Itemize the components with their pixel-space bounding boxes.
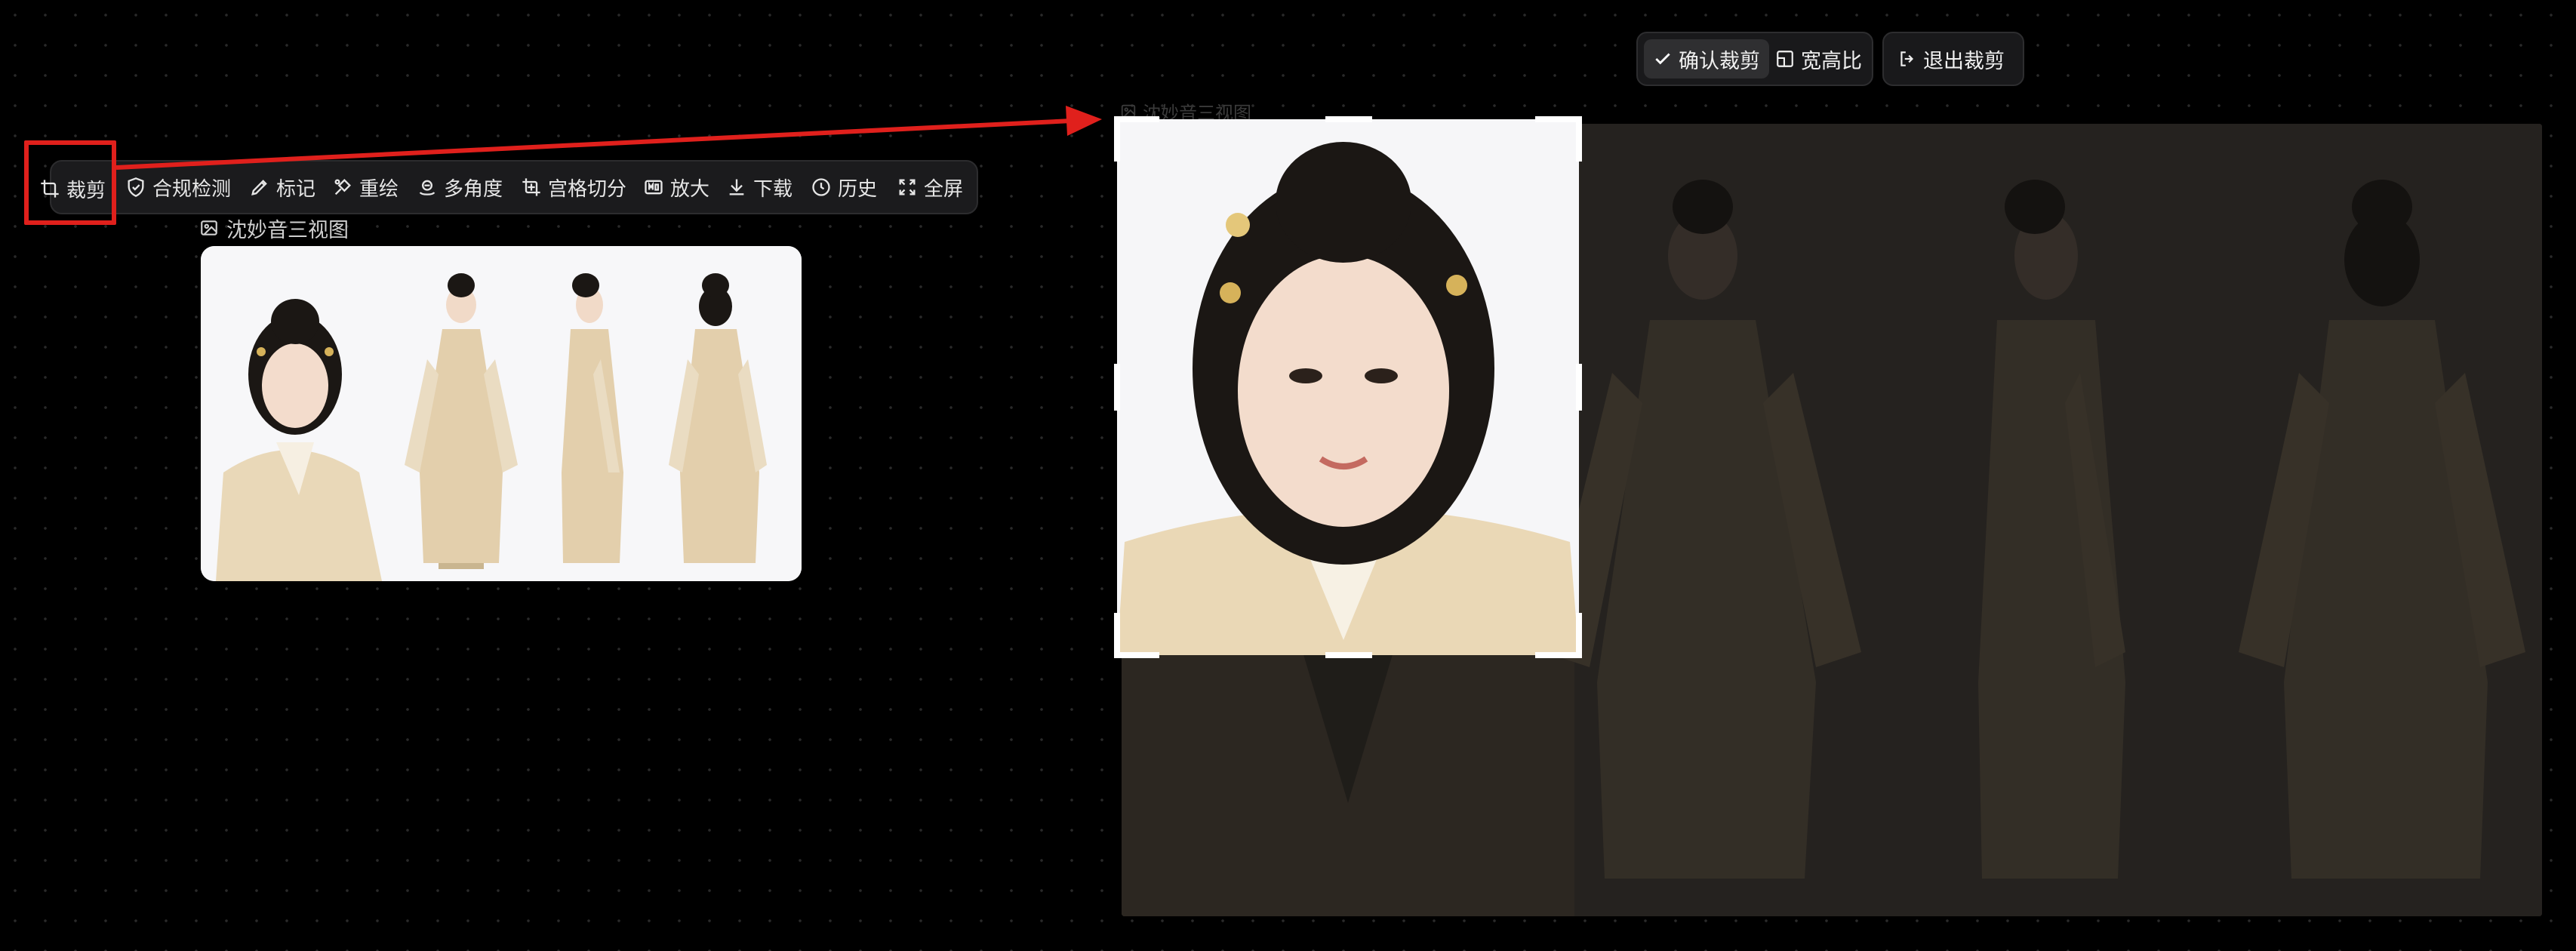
check-icon xyxy=(1655,53,1670,65)
toolbar-compliance-label: 合规检测 xyxy=(152,177,232,201)
crop-handle-bottom-right-v[interactable] xyxy=(1576,613,1582,658)
toolbar-download-button[interactable]: 下载 xyxy=(726,160,792,214)
toolbar-fullscreen-button[interactable]: 全屏 xyxy=(897,160,963,214)
toolbar-redraw-button[interactable]: 重绘 xyxy=(332,160,399,214)
shield-check-icon xyxy=(128,177,144,197)
logout-icon xyxy=(1900,51,1914,66)
crop-handle-bottom-right[interactable] xyxy=(1535,652,1582,658)
aspect-ratio-icon xyxy=(1777,51,1793,67)
toolbar-grid-split-button[interactable]: 宫格切分 xyxy=(521,160,626,214)
crop-handle-bottom-left-v[interactable] xyxy=(1114,613,1120,658)
exit-crop-group: 退出裁剪 xyxy=(1882,32,2024,86)
aspect-ratio-label: 宽高比 xyxy=(1801,49,1862,73)
pen-icon xyxy=(251,180,267,195)
toolbar-upscale-button[interactable]: 放大 xyxy=(643,160,709,214)
multi-angle-icon xyxy=(419,180,435,195)
aspect-ratio-button[interactable]: 宽高比 xyxy=(1766,39,1871,78)
crop-handle-top-left-v[interactable] xyxy=(1114,116,1120,162)
card-title-text: 沈妙音三视图 xyxy=(226,218,349,242)
confirm-crop-button[interactable]: 确认裁剪 xyxy=(1644,39,1769,78)
fullscreen-icon xyxy=(899,179,916,195)
grid-split-icon xyxy=(522,178,540,196)
redraw-icon xyxy=(334,179,351,195)
toolbar-history-button[interactable]: 历史 xyxy=(811,160,877,214)
toolbar-fullscreen-label: 全屏 xyxy=(924,177,964,201)
exit-crop-button[interactable]: 退出裁剪 xyxy=(1888,39,2014,78)
crop-handle-bottom-mid[interactable] xyxy=(1325,652,1372,658)
toolbar-download-label: 下载 xyxy=(753,177,793,201)
crop-selection[interactable] xyxy=(1117,119,1579,655)
crop-handle-right-mid[interactable] xyxy=(1576,364,1582,411)
toolbar-upscale-label: 放大 xyxy=(670,177,710,201)
toolbar-multi-angle-button[interactable]: 多角度 xyxy=(417,160,503,214)
toolbar-mark-button[interactable]: 标记 xyxy=(249,160,315,214)
crop-actions-group: 确认裁剪 宽高比 xyxy=(1636,32,1873,86)
crop-handle-top-left[interactable] xyxy=(1114,116,1159,122)
confirm-crop-label: 确认裁剪 xyxy=(1679,49,1760,73)
crop-handle-bottom-left[interactable] xyxy=(1114,652,1159,658)
toolbar-compliance-button[interactable]: 合规检测 xyxy=(125,160,231,214)
crop-highlight-box xyxy=(24,140,116,225)
portrait-crop-preview xyxy=(1117,119,1579,655)
toolbar-history-label: 历史 xyxy=(838,177,878,201)
toolbar-mark-label: 标记 xyxy=(276,177,316,201)
toolbar-grid-split-label: 宫格切分 xyxy=(548,177,627,201)
upscale-icon xyxy=(645,180,663,195)
toolbar-redraw-label: 重绘 xyxy=(359,177,399,201)
toolbar-multi-angle-label: 多角度 xyxy=(444,177,503,201)
download-icon xyxy=(729,179,744,195)
crop-handle-left-mid[interactable] xyxy=(1114,364,1120,411)
card-title: 沈妙音三视图 xyxy=(199,214,349,242)
image-icon xyxy=(201,220,217,235)
character-turnaround-image[interactable] xyxy=(201,246,802,581)
character-figures-illustration xyxy=(201,246,802,581)
history-icon xyxy=(812,178,830,196)
crop-handle-top-right[interactable] xyxy=(1535,116,1582,122)
crop-handle-top-right-v[interactable] xyxy=(1576,116,1582,162)
exit-crop-label: 退出裁剪 xyxy=(1923,49,2005,73)
crop-handle-top-mid[interactable] xyxy=(1325,116,1372,122)
